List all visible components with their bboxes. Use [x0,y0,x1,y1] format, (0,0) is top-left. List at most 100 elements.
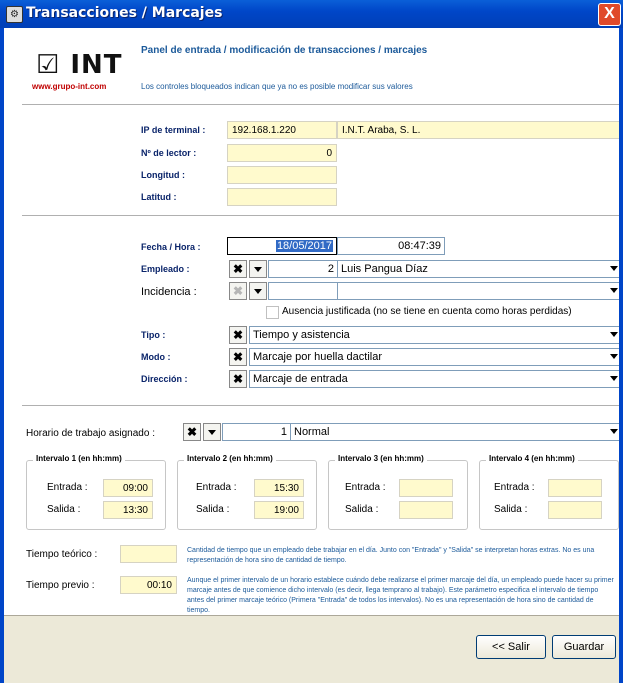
window-titlebar: ⚙ Transacciones / Marcajes X [0,0,623,28]
direction-select[interactable]: Marcaje de entrada [249,370,621,388]
divider [22,215,623,217]
interval-1-exit-label: Salida : [47,504,81,515]
interval-4-exit-label: Salida : [494,504,528,515]
chevron-down-icon [610,332,618,337]
interval-2-legend: Intervalo 2 (en hh:mm) [184,454,276,463]
schedule-id-field[interactable]: 1 [222,423,290,441]
footer-bar: << Salir Guardar [0,615,623,683]
divider [22,104,623,106]
interval-2-group: Intervalo 2 (en hh:mm) Entrada : 15:30 S… [177,454,317,530]
chevron-down-icon [208,430,216,435]
panel-subtitle: Los controles bloqueados indican que ya … [141,82,413,91]
window-title: Transacciones / Marcajes [26,5,223,21]
direction-label: Dirección : [141,374,188,384]
date-value: 18/05/2017 [275,240,333,252]
exit-button[interactable]: << Salir [476,635,546,659]
chevron-down-icon [610,429,618,434]
type-value: Tiempo y asistencia [253,329,350,341]
panel-title: Panel de entrada / modificación de trans… [141,45,428,56]
incidence-label: Incidencia : [141,286,197,298]
theoretical-time-help: Cantidad de tiempo que un empleado debe … [187,547,595,564]
reader-label: Nº de lector : [141,148,197,158]
longitude-field[interactable] [227,166,337,184]
latitude-label: Latitud : [141,192,177,202]
footer-divider [0,615,623,616]
employee-select[interactable]: Luis Pangua Díaz [337,260,621,278]
app-icon: ⚙ [6,6,23,23]
type-select[interactable]: Tiempo y asistencia [249,326,621,344]
clear-schedule-button[interactable]: ✖ [183,423,201,441]
previous-time-help: Aunque el primer intervalo de un horario… [187,577,614,614]
employee-name: Luis Pangua Díaz [341,263,428,275]
reader-field[interactable]: 0 [227,144,337,162]
interval-2-entry-label: Entrada : [196,482,237,493]
longitude-label: Longitud : [141,170,185,180]
terminal-name-field[interactable]: I.N.T. Araba, S. L. [337,121,621,139]
date-field[interactable]: 18/05/2017 [227,237,337,255]
logo-mark: ☑ INT [36,50,123,80]
mode-select[interactable]: Marcaje por huella dactilar [249,348,621,366]
incidence-select[interactable] [337,282,621,300]
clear-incidence-button[interactable]: ✖ [229,282,247,300]
time-field[interactable]: 08:47:39 [337,237,445,255]
schedule-label: Horario de trabajo asignado : [26,428,155,439]
direction-value: Marcaje de entrada [253,373,348,385]
theoretical-time-label: Tiempo teórico : [26,549,98,560]
latitude-field[interactable] [227,188,337,206]
interval-3-exit-field[interactable] [399,501,453,519]
incidence-dropdown-button[interactable] [249,282,267,300]
interval-2-entry-field[interactable]: 15:30 [254,479,304,497]
ip-terminal-label: IP de terminal : [141,125,206,135]
company-logo: ☑ INT www.grupo-int.com [32,50,127,95]
chevron-down-icon [610,266,618,271]
schedule-name: Normal [294,426,330,438]
chevron-down-icon [610,288,618,293]
clear-mode-button[interactable]: ✖ [229,348,247,366]
clear-employee-button[interactable]: ✖ [229,260,247,278]
interval-4-entry-field[interactable] [548,479,602,497]
justified-absence-checkbox[interactable] [266,306,279,319]
close-button[interactable]: X [598,3,621,26]
clear-direction-button[interactable]: ✖ [229,370,247,388]
chevron-down-icon [254,267,262,272]
interval-3-exit-label: Salida : [345,504,379,515]
interval-3-entry-field[interactable] [399,479,453,497]
datetime-label: Fecha / Hora : [141,242,201,252]
theoretical-time-field[interactable] [120,545,177,563]
previous-time-label: Tiempo previo : [26,580,95,591]
interval-3-entry-label: Entrada : [345,482,386,493]
window-border-left [0,28,4,683]
interval-1-entry-label: Entrada : [47,482,88,493]
previous-time-field[interactable]: 00:10 [120,576,177,594]
employee-id-field[interactable]: 2 [268,260,337,278]
schedule-select[interactable]: Normal [290,423,621,441]
chevron-down-icon [610,354,618,359]
type-label: Tipo : [141,330,166,340]
interval-3-legend: Intervalo 3 (en hh:mm) [335,454,427,463]
employee-dropdown-button[interactable] [249,260,267,278]
mode-label: Modo : [141,352,171,362]
chevron-down-icon [610,376,618,381]
interval-4-entry-label: Entrada : [494,482,535,493]
justified-absence-label: Ausencia justificada (no se tiene en cue… [282,306,572,317]
window-border-right [619,28,623,683]
interval-1-legend: Intervalo 1 (en hh:mm) [33,454,125,463]
mode-value: Marcaje por huella dactilar [253,351,383,363]
interval-3-group: Intervalo 3 (en hh:mm) Entrada : Salida … [328,454,468,530]
save-button[interactable]: Guardar [552,635,616,659]
interval-2-exit-field[interactable]: 19:00 [254,501,304,519]
ip-terminal-field[interactable]: 192.168.1.220 [227,121,337,139]
divider [22,405,623,407]
interval-1-entry-field[interactable]: 09:00 [103,479,153,497]
chevron-down-icon [254,289,262,294]
interval-2-exit-label: Salida : [196,504,230,515]
interval-4-exit-field[interactable] [548,501,602,519]
interval-1-group: Intervalo 1 (en hh:mm) Entrada : 09:00 S… [26,454,166,530]
employee-label: Empleado : [141,264,190,274]
incidence-id-field[interactable] [268,282,337,300]
clear-type-button[interactable]: ✖ [229,326,247,344]
interval-4-legend: Intervalo 4 (en hh:mm) [486,454,578,463]
interval-1-exit-field[interactable]: 13:30 [103,501,153,519]
logo-url: www.grupo-int.com [32,82,107,91]
schedule-dropdown-button[interactable] [203,423,221,441]
